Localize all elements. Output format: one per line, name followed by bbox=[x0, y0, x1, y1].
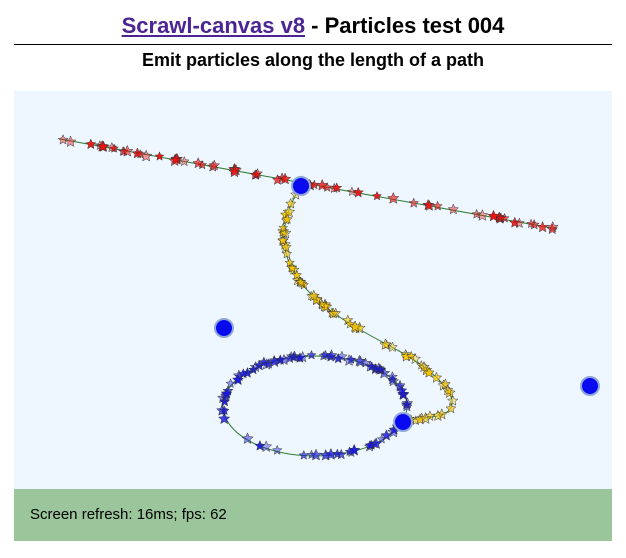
report-bar: Screen refresh: 16ms; fps: 62 bbox=[14, 489, 612, 541]
particle-star bbox=[57, 134, 69, 145]
particle-star bbox=[447, 203, 460, 215]
blue-particles bbox=[215, 349, 414, 461]
pin-line-end[interactable] bbox=[291, 176, 311, 196]
pin-right-control[interactable] bbox=[580, 376, 600, 396]
particle-star bbox=[432, 200, 443, 211]
particle-star bbox=[64, 135, 77, 148]
yellow-curve-path bbox=[283, 185, 453, 423]
pin-ellipse-anchor[interactable] bbox=[393, 412, 413, 432]
page-title-suffix: - Particles test 004 bbox=[305, 13, 505, 38]
particle-star bbox=[85, 138, 97, 150]
page-subtitle: Emit particles along the length of a pat… bbox=[141, 50, 485, 70]
particle-star bbox=[306, 349, 317, 360]
particle-star bbox=[476, 209, 489, 221]
yellow-particles bbox=[277, 179, 459, 426]
particle-canvas[interactable]: Screen refresh: 16ms; fps: 62 bbox=[14, 91, 612, 541]
particle-star bbox=[346, 186, 358, 197]
page-header: Scrawl-canvas v8 - Particles test 004 bbox=[14, 10, 612, 45]
particle-star bbox=[309, 448, 323, 461]
particle-star bbox=[408, 197, 420, 208]
report-text: Screen refresh: 16ms; fps: 62 bbox=[30, 506, 227, 523]
particle-star bbox=[371, 190, 383, 201]
particle-star bbox=[386, 191, 400, 204]
particle-star bbox=[446, 394, 459, 406]
particle-star bbox=[298, 449, 309, 460]
scrawl-canvas-link[interactable]: Scrawl-canvas v8 bbox=[122, 13, 305, 38]
particle-star bbox=[154, 151, 165, 161]
pin-curve-control[interactable] bbox=[214, 318, 234, 338]
canvas-drawing bbox=[57, 134, 600, 461]
